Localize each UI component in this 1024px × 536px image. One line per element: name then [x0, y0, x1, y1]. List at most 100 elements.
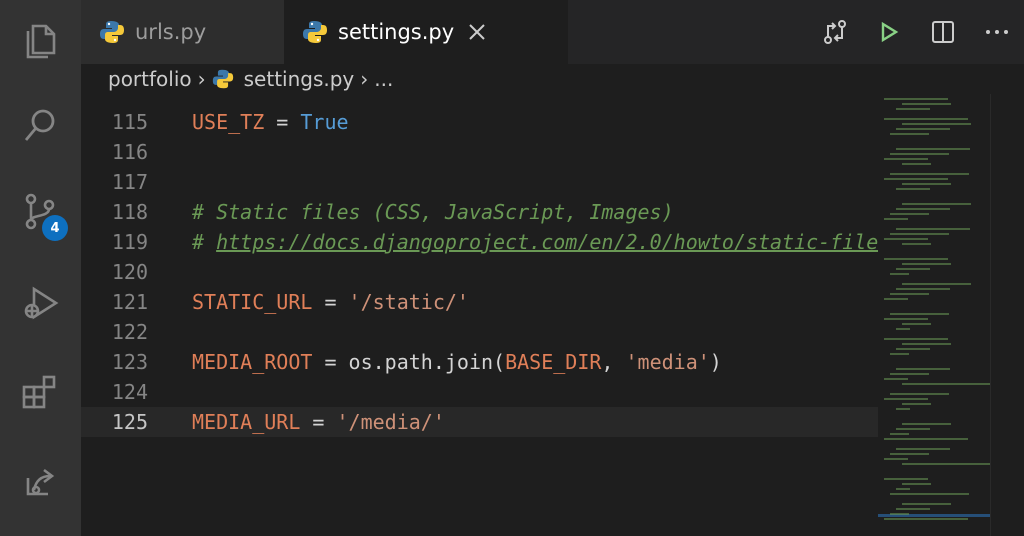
minimap-line — [902, 483, 931, 485]
code-line[interactable]: 125 MEDIA_URL = '/media/' — [81, 407, 878, 437]
minimap-line — [896, 108, 930, 110]
compare-changes-icon[interactable] — [808, 10, 862, 54]
code-text: # Static files (CSS, JavaScript, Images) — [192, 200, 674, 224]
breadcrumb-file[interactable]: settings.py — [244, 67, 355, 91]
minimap-line — [896, 448, 950, 450]
minimap-line — [896, 208, 950, 210]
code-line[interactable]: 123 MEDIA_ROOT = os.path.join(BASE_DIR, '… — [81, 347, 878, 377]
minimap-line — [884, 98, 948, 100]
code-line[interactable]: 119 # https://docs.djangoproject.com/en/2… — [81, 227, 878, 257]
code-line[interactable]: 122 — [81, 317, 878, 347]
minimap-line — [890, 493, 969, 495]
tab-urls-py[interactable]: urls.py — [81, 0, 284, 64]
minimap-line — [902, 423, 951, 425]
remote-icon[interactable] — [18, 458, 62, 502]
minimap-line — [884, 258, 948, 260]
explorer-icon[interactable] — [18, 17, 62, 61]
minimap-line — [890, 273, 909, 275]
code-line[interactable]: 120 — [81, 257, 878, 287]
run-icon[interactable] — [862, 10, 916, 54]
extensions-icon[interactable] — [18, 370, 62, 414]
minimap-line — [902, 403, 931, 405]
tab-settings-py[interactable]: settings.py — [284, 0, 568, 64]
minimap-line — [890, 433, 909, 435]
code-text: # https://docs.djangoproject.com/en/2.0/… — [192, 227, 878, 257]
code-line[interactable]: 115 USE_TZ = True — [81, 107, 878, 137]
minimap-line — [896, 188, 930, 190]
search-icon[interactable] — [18, 103, 62, 147]
minimap-line — [902, 243, 931, 245]
minimap-line — [890, 233, 949, 235]
minimap-line — [890, 393, 949, 395]
minimap-line — [902, 323, 931, 325]
minimap-line — [884, 398, 928, 400]
minimap-line — [890, 213, 929, 215]
minimap-line — [902, 283, 971, 285]
minimap-line — [884, 518, 968, 520]
more-actions-icon[interactable] — [970, 10, 1024, 54]
minimap[interactable] — [878, 94, 990, 536]
minimap-line — [902, 463, 990, 465]
python-file-icon — [100, 21, 124, 43]
code-line[interactable]: 116 — [81, 137, 878, 167]
line-number: 120 — [111, 260, 148, 284]
minimap-line — [902, 163, 931, 165]
code-line[interactable]: 121 STATIC_URL = '/static/' — [81, 287, 878, 317]
breadcrumb-separator: › — [360, 67, 369, 91]
breadcrumb: portfolio › settings.py › ... — [81, 64, 1024, 94]
minimap-line — [902, 123, 971, 125]
minimap-line — [884, 178, 948, 180]
minimap-line — [896, 508, 930, 510]
minimap-line — [884, 338, 948, 340]
split-editor-icon[interactable] — [916, 10, 970, 54]
python-file-icon — [212, 69, 233, 89]
code-line[interactable]: 124 — [81, 377, 878, 407]
minimap-line — [896, 488, 910, 490]
minimap-line — [896, 368, 950, 370]
code-editor[interactable]: 115 USE_TZ = True 116 117 118 # Static files … — [81, 94, 878, 536]
line-number: 116 — [111, 140, 148, 164]
minimap-line — [890, 153, 949, 155]
minimap-line — [902, 263, 951, 265]
run-debug-icon[interactable] — [18, 281, 62, 325]
code-line[interactable]: 118 # Static files (CSS, JavaScript, Imag… — [81, 197, 878, 227]
code-text: USE_TZ = True — [192, 110, 349, 134]
scm-badge: 4 — [42, 215, 68, 241]
line-number: 119 — [111, 230, 148, 254]
line-number: 117 — [111, 170, 148, 194]
breadcrumb-more[interactable]: ... — [374, 67, 393, 91]
minimap-line — [896, 288, 950, 290]
minimap-line — [884, 458, 908, 460]
minimap-line — [890, 133, 929, 135]
minimap-line — [884, 118, 968, 120]
minimap-line — [884, 218, 908, 220]
minimap-line — [884, 238, 928, 240]
minimap-line — [902, 183, 951, 185]
minimap-line — [896, 228, 970, 230]
code-line[interactable]: 117 — [81, 167, 878, 197]
code-link[interactable]: https://docs.djangoproject.com/en/2.0/ho… — [216, 230, 878, 254]
breadcrumb-folder[interactable]: portfolio — [108, 67, 192, 91]
close-icon[interactable] — [468, 23, 486, 41]
minimap-line — [884, 438, 968, 440]
tab-bar: urls.py settings.py — [81, 0, 1024, 64]
minimap-line — [884, 158, 928, 160]
minimap-line — [884, 318, 928, 320]
line-number: 118 — [111, 200, 148, 224]
minimap-line — [890, 353, 909, 355]
line-number: 121 — [111, 290, 148, 314]
minimap-line — [890, 173, 969, 175]
minimap-line — [896, 148, 970, 150]
line-number: 115 — [111, 110, 148, 134]
line-number: 125 — [111, 410, 148, 434]
line-number: 124 — [111, 380, 148, 404]
minimap-line — [902, 383, 990, 385]
minimap-line — [884, 298, 908, 300]
minimap-line — [890, 313, 949, 315]
minimap-line — [896, 428, 930, 430]
minimap-line — [902, 203, 971, 205]
editor-scrollbar[interactable] — [990, 94, 1024, 536]
minimap-line — [896, 408, 910, 410]
code-text: MEDIA_ROOT = os.path.join(BASE_DIR, 'med… — [192, 350, 722, 374]
minimap-line — [884, 378, 908, 380]
